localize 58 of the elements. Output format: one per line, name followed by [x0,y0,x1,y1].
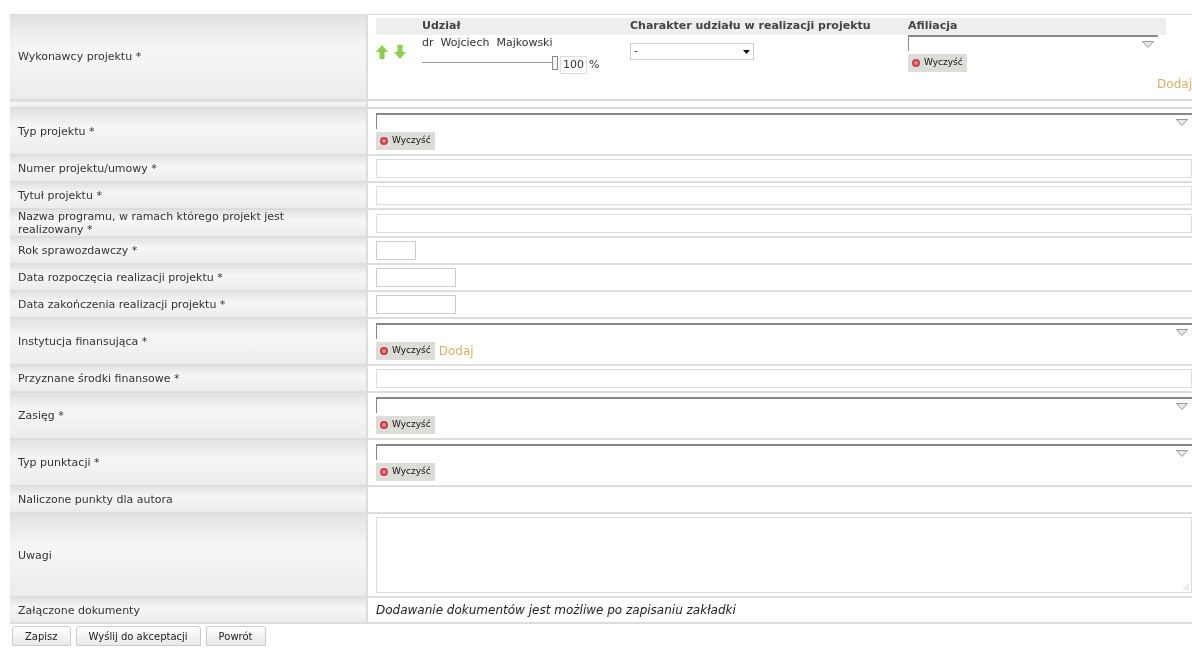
form-button[interactable]: Zapisz [12,626,71,646]
combo-field[interactable] [376,397,1192,413]
combo-field[interactable] [376,444,1192,460]
form-button[interactable]: Wyślij do akceptacji [75,626,201,646]
field-label: Nazwa programu, w ramach którego projekt jest realizowany * [18,210,286,236]
clear-button[interactable]: Wyczyść [376,132,435,150]
dropdown-arrow-icon [1176,328,1188,336]
clear-button[interactable]: Wyczyść [908,54,967,72]
field-label: Numer projektu/umowy * [18,162,157,175]
field-label: Data rozpoczęcia realizacji projektu * [18,271,223,284]
clear-button[interactable]: Wyczyść [376,342,435,360]
date-field[interactable] [376,295,456,314]
clear-icon [380,347,388,355]
percent-sign: % [589,56,600,73]
up-arrow-icon[interactable] [376,45,388,59]
attachments-note: Dodawanie dokumentów jest możliwe po zapisaniu zakładki [376,602,737,619]
column-header: Afiliacja [908,18,958,35]
notes-field[interactable] [376,517,1192,593]
clear-icon [380,137,388,145]
year-field[interactable] [376,241,416,260]
field-label: Instytucja finansująca * [18,335,148,348]
dropdown-arrow-icon [1176,449,1188,457]
clear-button[interactable]: Wyczyść [376,416,435,434]
down-arrow-icon[interactable] [394,45,406,59]
text-field[interactable] [376,369,1192,388]
clear-icon [380,421,388,429]
field-label: Data zakończenia realizacji projektu * [18,298,226,311]
form-button[interactable]: Powrót [205,626,266,646]
dropdown-arrow-icon [1142,40,1154,48]
role-select[interactable]: - [630,43,754,60]
field-label: Tytuł projektu * [18,189,102,202]
clear-icon [912,59,920,67]
field-label: Typ projektu * [18,125,95,138]
field-label: Zasięg * [18,409,64,422]
field-label: Przyznane środki finansowe * [18,372,180,385]
field-label: Typ punktacji * [18,456,100,469]
clear-button[interactable]: Wyczyść [376,463,435,481]
field-label: Naliczone punkty dla autora [18,493,173,506]
share-field[interactable]: 100 [560,55,587,74]
share-slider[interactable] [422,55,558,70]
text-field[interactable] [376,159,1192,178]
dropdown-arrow-icon [1176,402,1188,410]
dropdown-arrow-icon [1176,118,1188,126]
field-label: Uwagi [18,548,52,562]
clear-icon [380,468,388,476]
date-field[interactable] [376,268,456,287]
text-field[interactable] [376,186,1192,205]
text-field[interactable] [376,213,1192,233]
dropdown-arrow-icon [743,49,750,54]
performer-name: dr Wojciech Majkowski [422,35,554,51]
column-header: Charakter udziału w realizacji projektu [630,18,872,35]
field-label: Wykonawcy projektu * [18,48,142,65]
slider-thumb[interactable] [552,55,558,70]
field-label: Załączone dokumenty [18,603,140,617]
combo-field[interactable] [376,113,1192,129]
column-header: Udział [422,18,462,35]
combo-field[interactable] [376,323,1192,339]
field-label: Rok sprawozdawczy * [18,244,138,257]
